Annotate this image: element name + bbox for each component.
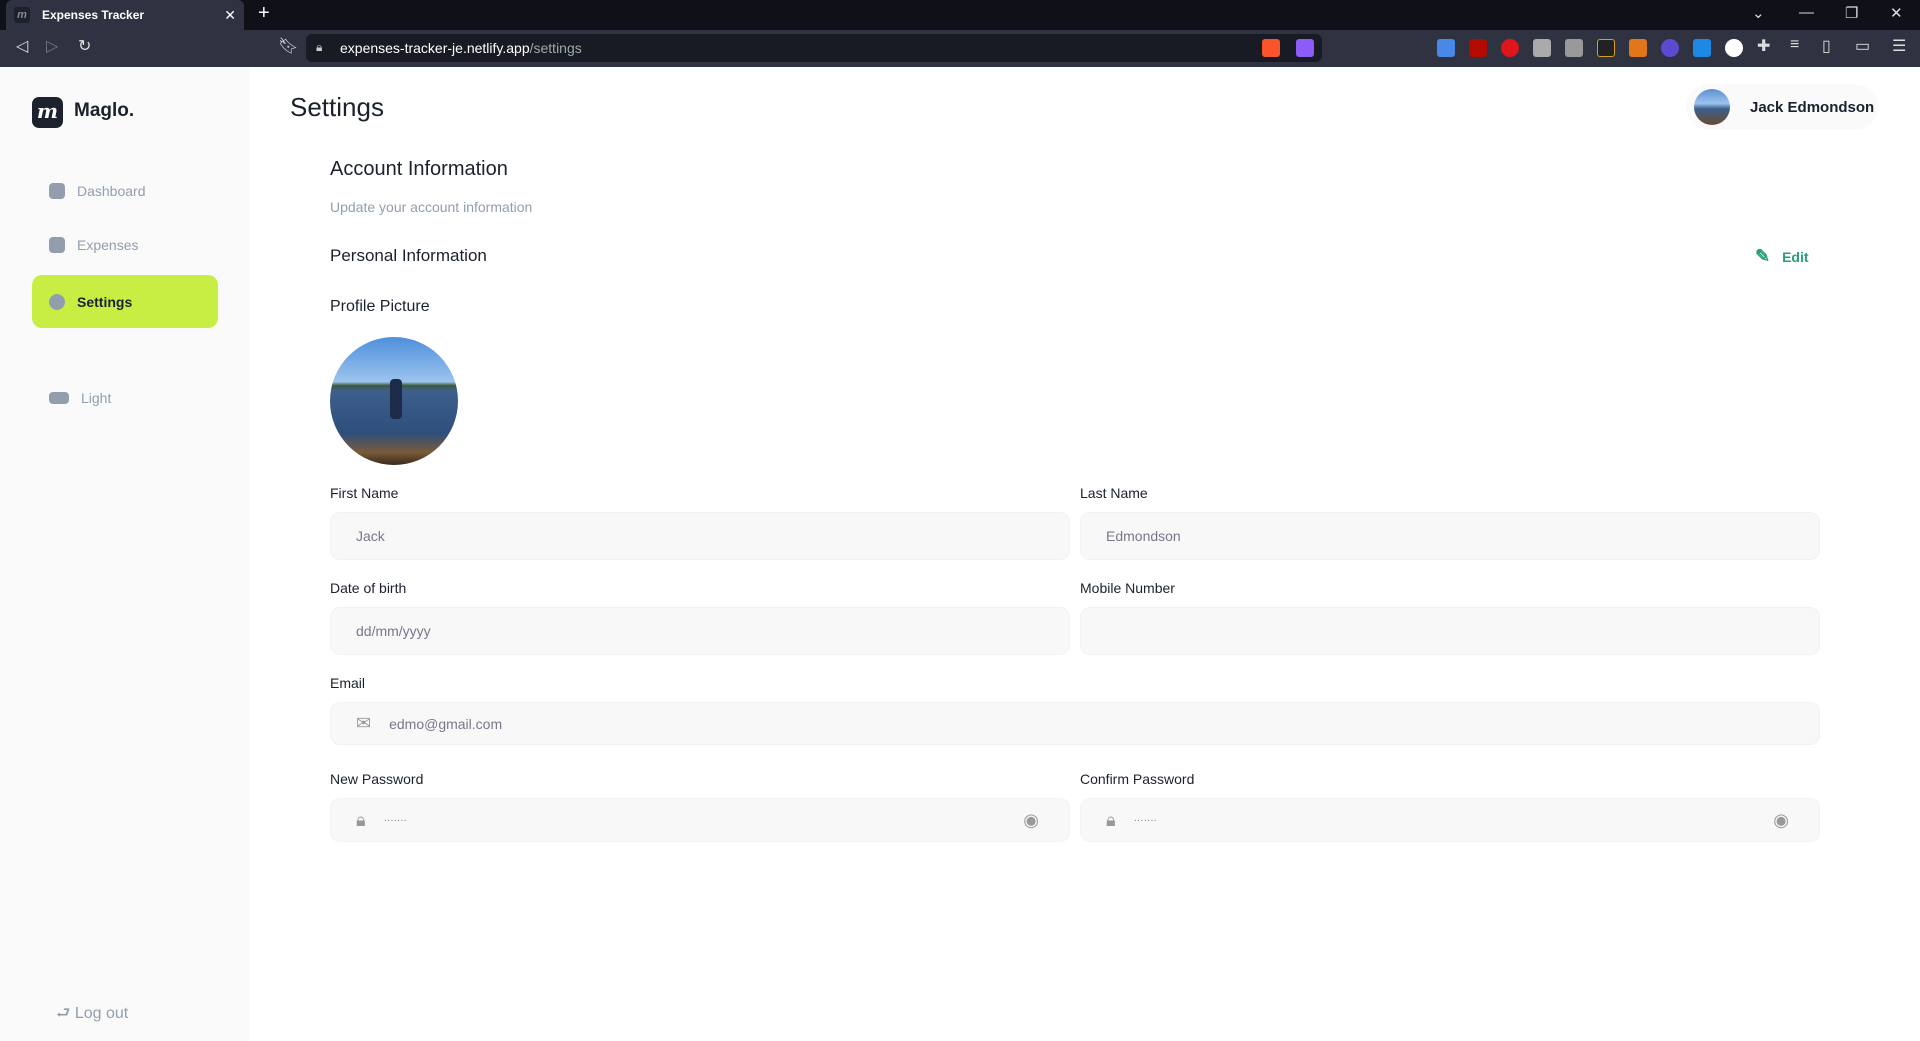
reload-icon[interactable]: ↻ [78,36,91,56]
dob-input[interactable]: dd/mm/yyyy [330,607,1070,655]
extension-icon[interactable] [1533,39,1551,57]
gear-icon [49,293,65,310]
url-path: /settings [529,40,582,56]
mail-icon: ✉ [356,713,372,733]
sidebar-item-settings[interactable]: Settings [32,275,218,328]
minimize-button[interactable]: — [1799,4,1814,21]
adblock-extension-icon[interactable] [1501,39,1519,57]
brave-rewards-icon[interactable] [1296,39,1314,57]
pdf-extension-icon[interactable] [1469,39,1487,57]
sidebar-item-label: Settings [77,293,133,310]
theme-toggle[interactable]: Light [32,371,218,424]
translate-extension-icon[interactable] [1437,39,1455,57]
extension-icon[interactable] [1597,39,1615,57]
logout-label: Log out [74,1005,129,1022]
dob-placeholder: dd/mm/yyyy [356,623,431,639]
menu-icon[interactable]: ☰ [1892,36,1906,56]
edit-label: Edit [1782,248,1809,265]
extension-icon[interactable] [1565,39,1583,57]
last-name-label: Last Name [1080,485,1148,501]
user-name: Jack Edmondson [1750,98,1875,116]
close-window-button[interactable]: ✕ [1890,4,1903,22]
logout-icon: ⮐ [56,1005,75,1022]
dob-label: Date of birth [330,580,407,596]
last-name-input[interactable]: Edmondson [1080,512,1820,560]
address-bar[interactable]: expenses-tracker-je.netlify.app/settings [306,34,1322,62]
eye-icon[interactable]: ◉ [1023,810,1039,831]
tab-title: Expenses Tracker [42,8,145,22]
favicon-icon: m [14,7,30,23]
profile-picture[interactable] [330,337,458,465]
tab-search-icon[interactable]: ⌄ [1752,4,1765,22]
first-name-input[interactable]: Jack [330,512,1070,560]
toggle-icon [49,391,69,404]
extension-icon[interactable] [1693,39,1711,57]
pencil-icon: ✎ [1755,246,1771,266]
extension-icon[interactable] [1725,39,1743,57]
brand-name: Maglo. [74,100,135,121]
last-name-value: Edmondson [1106,528,1181,544]
sidebar-item-expenses[interactable]: Expenses [32,218,218,271]
confirm-password-input[interactable]: 🔒︎ ······· ◉ [1080,798,1820,842]
url-host: expenses-tracker-je.netlify.app [340,40,530,56]
new-tab-button[interactable]: + [258,2,270,25]
first-name-value: Jack [356,528,385,544]
close-tab-icon[interactable]: ✕ [224,7,236,24]
eye-icon[interactable]: ◉ [1773,810,1789,831]
user-profile-button[interactable]: Jack Edmondson [1686,84,1878,130]
profile-photo-figure [390,379,402,419]
logout-button[interactable]: ⮐ Log out [56,1002,128,1029]
theme-label: Light [81,389,112,406]
metamask-icon[interactable] [1629,39,1647,57]
sidebar-icon[interactable]: ▯ [1822,36,1831,56]
back-icon[interactable]: ◁ [16,36,28,56]
media-icon[interactable]: ≡ [1790,36,1799,54]
sidebar-item-dashboard[interactable]: Dashboard [32,164,218,217]
home-icon [49,182,65,199]
section-subtitle: Update your account information [330,199,533,215]
lock-icon: 🔒︎ [1106,809,1116,830]
new-password-value: ······· [383,814,407,826]
sidebar-item-label: Expenses [77,236,139,253]
forward-icon[interactable]: ▷ [46,36,58,56]
sidebar-item-label: Dashboard [77,182,146,199]
lock-icon: 🔒︎ [356,809,366,830]
page-title: Settings [290,92,384,122]
email-value: edmo@gmail.com [389,715,503,732]
profile-picture-label: Profile Picture [330,298,430,315]
extensions-puzzle-icon[interactable]: ✚ [1757,36,1770,56]
confirm-password-label: Confirm Password [1080,771,1195,787]
wallet-icon[interactable]: ▭ [1855,36,1870,56]
chart-icon [49,236,65,253]
first-name-label: First Name [330,485,399,501]
browser-tab[interactable]: m Expenses Tracker ✕ [6,0,244,30]
logo-icon: m [32,97,63,128]
confirm-password-value: ······· [1133,814,1157,826]
new-password-label: New Password [330,771,424,787]
edit-button[interactable]: ✎ Edit [1755,246,1809,267]
bookmark-icon[interactable]: 🔖︎ [278,36,298,56]
personal-info-title: Personal Information [330,246,487,265]
mobile-label: Mobile Number [1080,580,1175,596]
restore-button[interactable]: ❐ [1845,4,1858,22]
extension-icon[interactable] [1661,39,1679,57]
avatar [1694,89,1730,125]
brave-shield-icon[interactable] [1262,39,1280,57]
section-title: Account Information [330,158,508,180]
email-input[interactable]: ✉ edmo@gmail.com [330,702,1820,745]
browser-tab-bar [0,0,1920,30]
new-password-input[interactable]: 🔒︎ ······· ◉ [330,798,1070,842]
lock-icon: 🔒︎ [316,40,323,54]
mobile-input[interactable] [1080,607,1820,655]
email-label: Email [330,675,366,691]
